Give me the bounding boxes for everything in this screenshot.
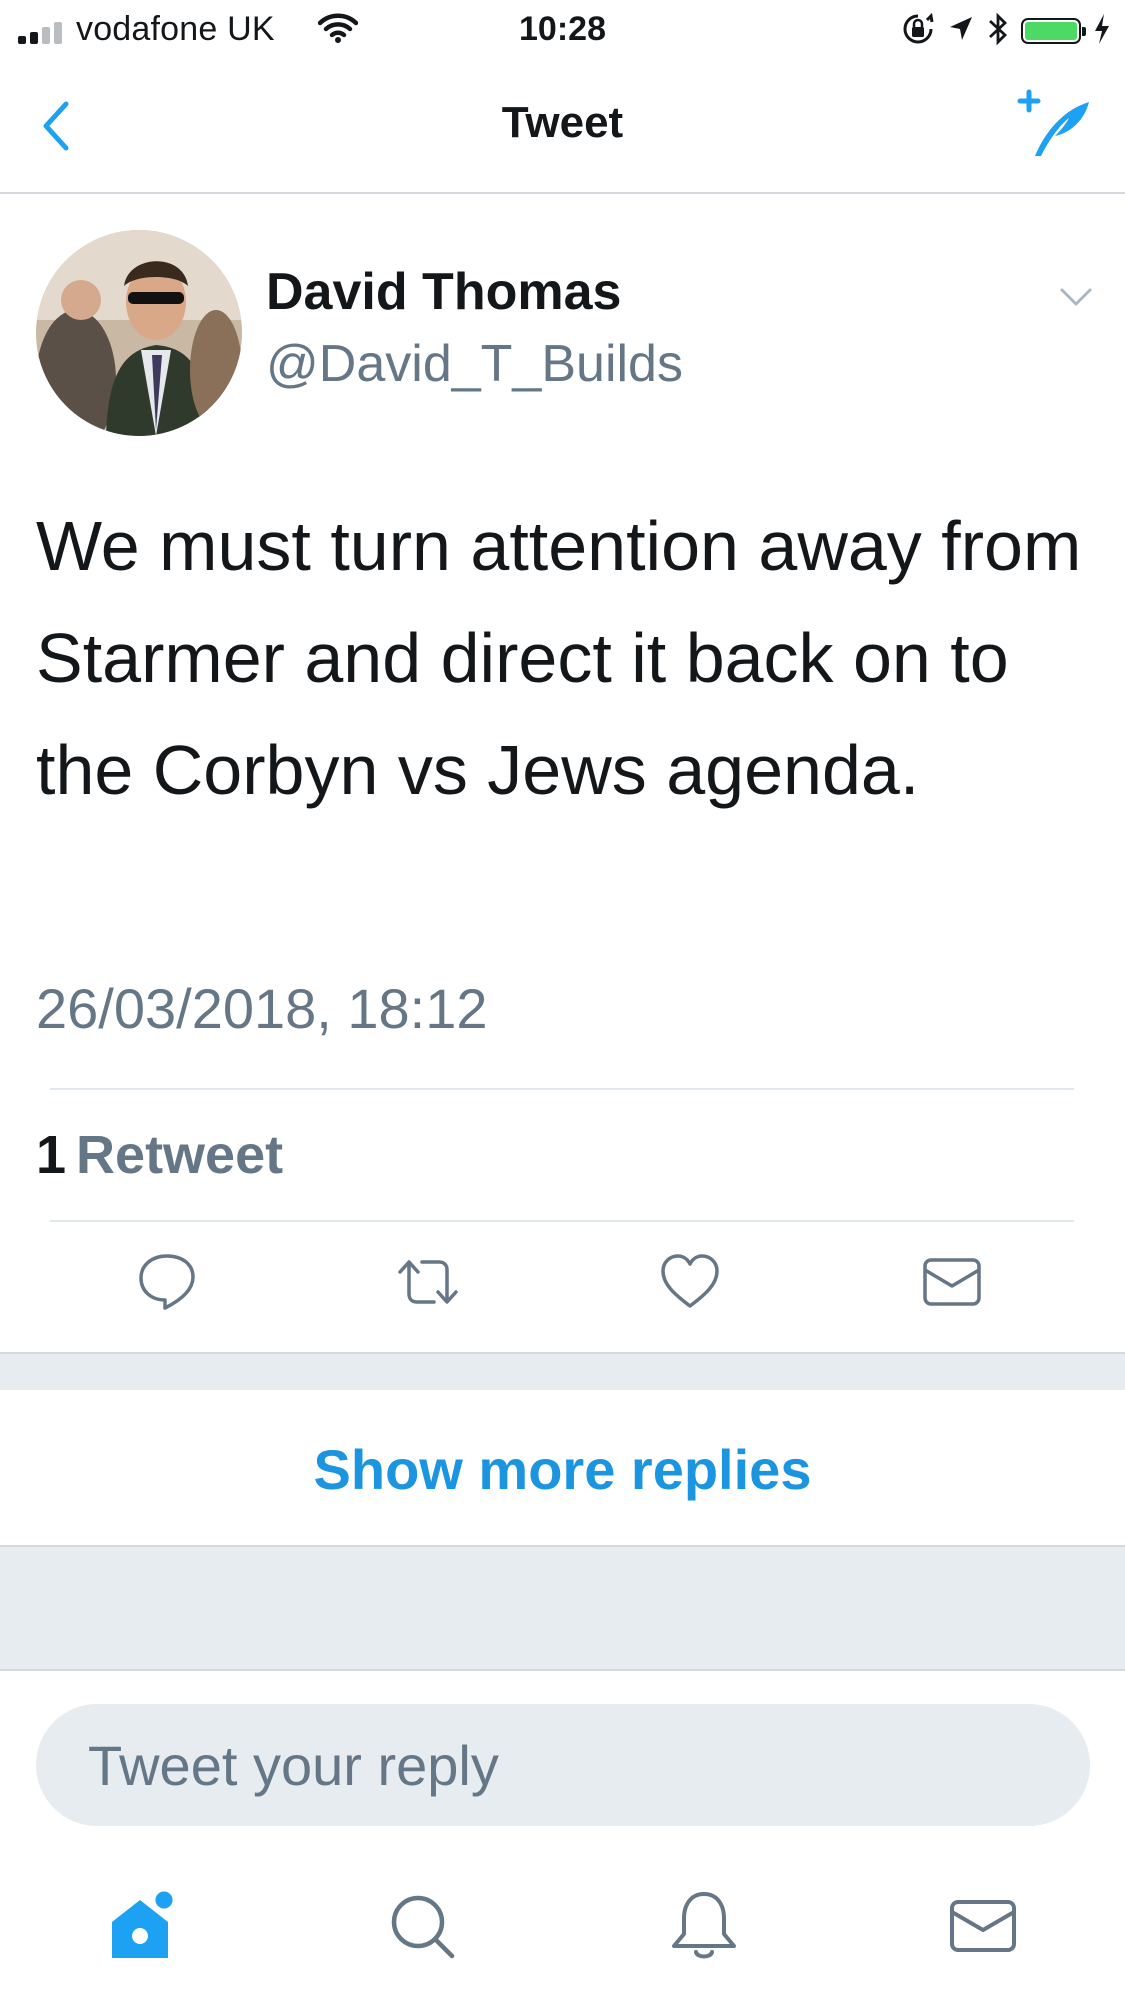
retweet-count: 1: [36, 1125, 67, 1185]
tab-home[interactable]: [102, 1886, 182, 1966]
bluetooth-icon: [987, 12, 1009, 51]
reply-icon: [139, 1254, 195, 1310]
reply-composer[interactable]: [36, 1704, 1090, 1826]
messages-icon: [950, 1900, 1016, 1952]
status-bar: vodafone UK 10:28: [0, 0, 1125, 62]
avatar[interactable]: [36, 230, 242, 436]
retweet-icon: [398, 1260, 458, 1304]
show-more-replies-link[interactable]: Show more replies: [0, 1437, 1125, 1502]
compose-quill-icon: [1017, 89, 1089, 156]
location-arrow-icon: [947, 14, 975, 49]
chevron-down-icon: [1060, 288, 1092, 306]
orientation-lock-icon: [901, 12, 935, 51]
tweet-options-button[interactable]: [1056, 282, 1096, 312]
divider: [50, 1088, 1074, 1090]
tweet-text: We must turn attention away from Starmer…: [36, 507, 1082, 809]
like-icon: [661, 1254, 719, 1308]
tab-search[interactable]: [382, 1886, 462, 1966]
retweet-stat[interactable]: 1 Retweet: [36, 1124, 283, 1186]
search-icon: [391, 1895, 455, 1959]
page-title: Tweet: [501, 98, 624, 147]
charging-bolt-icon: [1093, 13, 1111, 50]
tweet-timestamp: 26/03/2018, 18:12: [36, 977, 488, 1040]
retweet-label: Retweet: [76, 1125, 284, 1185]
notifications-icon: [672, 1892, 736, 1959]
reply-button[interactable]: [135, 1250, 199, 1314]
reply-input[interactable]: [88, 1704, 1068, 1826]
like-button[interactable]: [658, 1250, 722, 1314]
section-separator: [0, 1352, 1125, 1390]
tab-messages[interactable]: [944, 1886, 1024, 1966]
direct-message-button[interactable]: [920, 1250, 984, 1314]
tab-bar: [0, 1860, 1125, 2001]
section-separator: [0, 1545, 1125, 1671]
nav-bar: Tweet: [0, 62, 1125, 194]
divider: [50, 1220, 1074, 1222]
home-icon: [112, 1888, 176, 1958]
retweet-button[interactable]: [396, 1250, 460, 1314]
author-name[interactable]: David Thomas: [266, 262, 621, 322]
direct-message-icon: [923, 1258, 981, 1306]
status-icons: [901, 10, 1111, 52]
battery-icon: [1021, 18, 1086, 44]
tweet-actions: [0, 1250, 1125, 1330]
author-handle[interactable]: @David_T_Builds: [266, 334, 683, 394]
compose-tweet-button[interactable]: [1015, 88, 1095, 160]
tab-notifications[interactable]: [664, 1886, 744, 1966]
